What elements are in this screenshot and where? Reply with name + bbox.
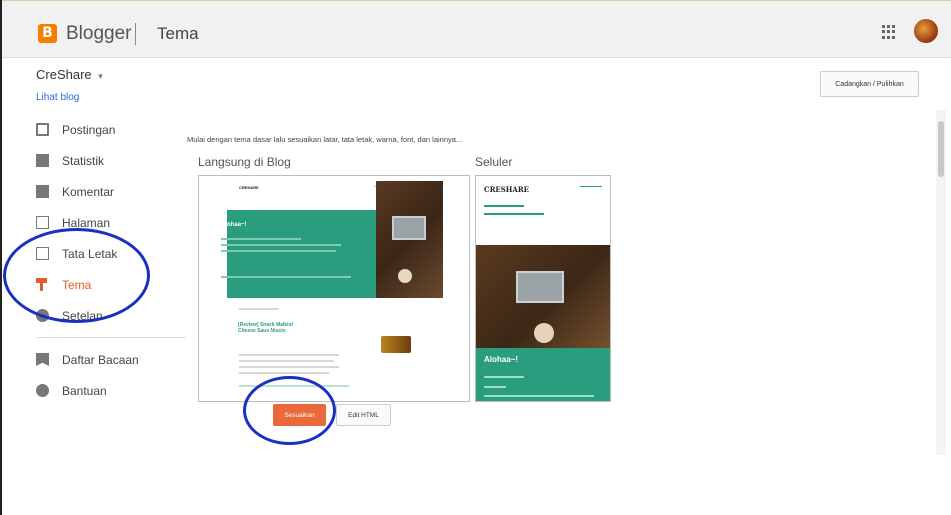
- sidebar-item-pages[interactable]: Halaman: [36, 207, 186, 238]
- preview-text-line: [221, 250, 336, 252]
- preview-text-line: [221, 238, 301, 240]
- mobile-preview-blog-name: CRESHARE: [484, 185, 529, 194]
- backup-restore-button[interactable]: Cadangkan / Pulihkan: [820, 71, 919, 97]
- avatar[interactable]: [914, 19, 938, 43]
- view-blog-link[interactable]: Lihat blog: [36, 92, 79, 103]
- preview-text-line: [484, 395, 594, 397]
- help-icon: [36, 384, 49, 397]
- sidebar-item-label: Setelan: [62, 308, 103, 323]
- cup-image: [398, 269, 412, 283]
- sidebar-item-label: Bantuan: [62, 383, 107, 398]
- mobile-preview-link: [484, 205, 524, 207]
- sidebar-item-theme[interactable]: Tema: [36, 269, 186, 300]
- sidebar-nav: Postingan Statistik Komentar Halaman Tat…: [36, 114, 186, 406]
- sidebar-item-posts[interactable]: Postingan: [36, 114, 186, 145]
- preview-hero-photo: [376, 181, 443, 298]
- sidebar-divider: [36, 337, 186, 338]
- preview-blog-name: CREHARE: [239, 185, 259, 190]
- theme-icon: [36, 278, 49, 291]
- laptop-image: [392, 216, 426, 240]
- preview-text-line: [239, 360, 334, 362]
- sidebar-item-label: Tata Letak: [62, 246, 118, 261]
- preview-text-line: [239, 385, 349, 387]
- sidebar-item-label: Daftar Bacaan: [62, 352, 139, 367]
- mobile-theme-preview[interactable]: CRESHARE Alohaa~!: [475, 175, 611, 402]
- preview-text-line: [221, 244, 341, 246]
- mobile-preview-hero-title: Alohaa~!: [484, 355, 519, 364]
- reading-list-icon: [36, 353, 49, 366]
- sidebar-item-label: Halaman: [62, 215, 111, 230]
- sidebar-item-label: Statistik: [62, 153, 105, 168]
- live-section-title: Langsung di Blog: [198, 155, 291, 169]
- mobile-preview-header-icons: [580, 186, 602, 191]
- sidebar-item-reading-list[interactable]: Daftar Bacaan: [36, 344, 186, 375]
- header-divider: [135, 23, 136, 45]
- layout-icon: [36, 247, 49, 260]
- customize-button[interactable]: Sesuaikan: [273, 404, 326, 426]
- mobile-preview-photo: [476, 245, 610, 348]
- mobile-section-title: Seluler: [475, 155, 513, 169]
- posts-icon: [36, 123, 49, 136]
- app-name[interactable]: Blogger: [66, 23, 132, 45]
- cup-image: [534, 323, 554, 343]
- preview-hero-title: Alohaa~!: [221, 222, 247, 228]
- comments-icon: [36, 185, 49, 198]
- stats-icon: [36, 154, 49, 167]
- blog-selector[interactable]: CreShare ▾: [36, 67, 103, 82]
- scrollbar-thumb[interactable]: [938, 121, 944, 177]
- pages-icon: [36, 216, 49, 229]
- settings-icon: [36, 309, 49, 322]
- sidebar-item-help[interactable]: Bantuan: [36, 375, 186, 406]
- blogger-logo-icon[interactable]: B: [38, 24, 57, 43]
- blog-title: CreShare: [36, 67, 92, 82]
- edit-html-button[interactable]: Edit HTML: [336, 404, 391, 426]
- intro-text: Mulai dengan tema dasar lalu sesuaikan l…: [187, 135, 463, 144]
- sidebar-item-comments[interactable]: Komentar: [36, 176, 186, 207]
- sidebar-item-layout[interactable]: Tata Letak: [36, 238, 186, 269]
- apps-grid-icon[interactable]: [882, 25, 896, 39]
- preview-post-thumbnail: [381, 336, 411, 353]
- chevron-down-icon: ▾: [98, 71, 103, 81]
- preview-text-line: [239, 354, 339, 356]
- preview-text-line: [239, 308, 279, 310]
- preview-post-title: [Review] Snack Malkist Cheese Saus Nissi…: [238, 322, 294, 334]
- sidebar-item-settings[interactable]: Setelan: [36, 300, 186, 331]
- desktop-theme-preview[interactable]: CREHARE Alohaa~! [Review] Snack Malkist …: [198, 175, 470, 402]
- sidebar-item-label: Tema: [62, 277, 92, 292]
- preview-text-line: [221, 276, 351, 278]
- preview-text-line: [239, 372, 329, 374]
- laptop-image: [516, 271, 564, 303]
- mobile-preview-link: [484, 213, 544, 215]
- preview-hero-block: [227, 210, 376, 298]
- preview-text-line: [484, 376, 524, 378]
- page-title: Tema: [157, 24, 199, 43]
- sidebar-item-label: Postingan: [62, 122, 116, 137]
- sidebar-item-label: Komentar: [62, 184, 115, 199]
- top-header: B Blogger Tema: [2, 0, 951, 58]
- sidebar-item-stats[interactable]: Statistik: [36, 145, 186, 176]
- preview-text-line: [484, 386, 506, 388]
- preview-text-line: [239, 366, 339, 368]
